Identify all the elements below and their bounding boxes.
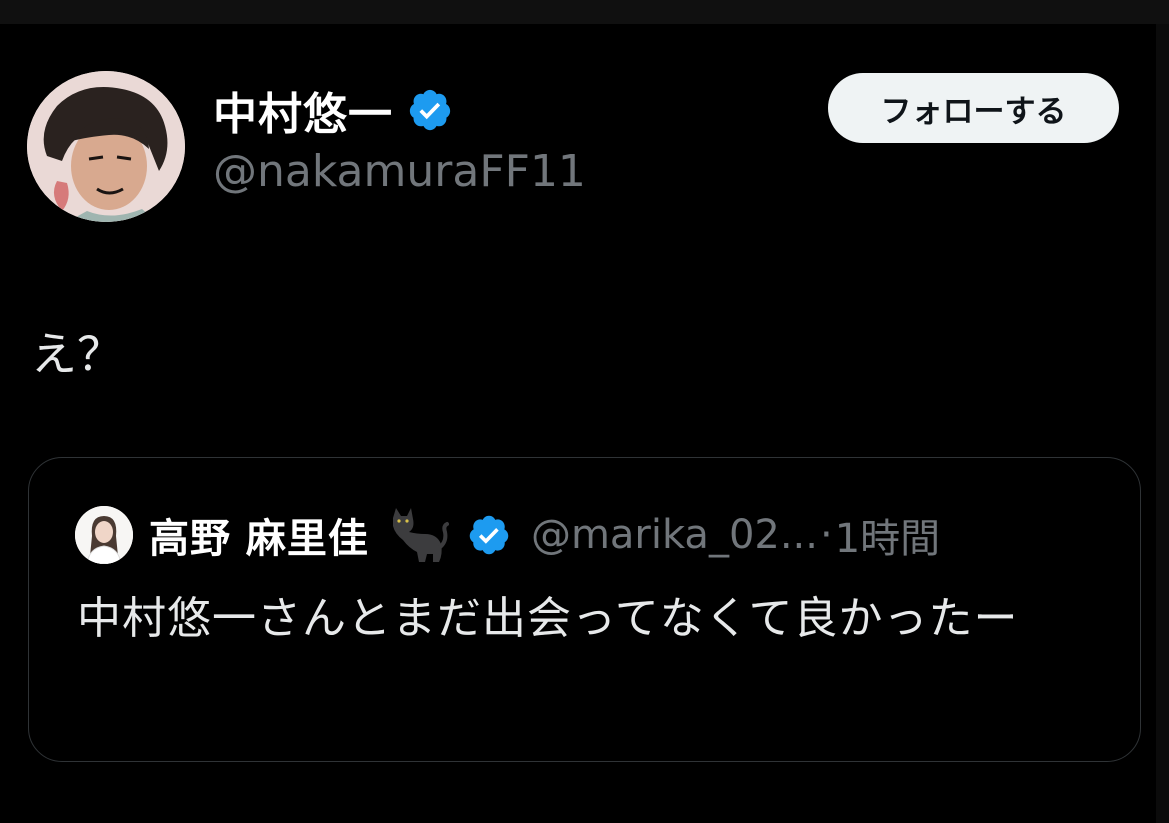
black-cat-icon xyxy=(392,508,449,562)
quoted-author-name[interactable]: 高野 麻里佳 xyxy=(149,506,369,564)
author-display-name[interactable]: 中村悠一 xyxy=(213,78,393,142)
quoted-tweet-text: 中村悠一さんとまだ出会ってなくて良かったー xyxy=(77,593,1019,644)
quoted-author-avatar[interactable] xyxy=(75,506,133,564)
follow-button[interactable]: フォローする xyxy=(828,73,1119,143)
meta-separator: · xyxy=(820,512,833,558)
author-avatar[interactable] xyxy=(27,71,185,222)
quoted-verified-badge-icon xyxy=(469,515,509,555)
author-handle[interactable]: @nakamuraFF11 xyxy=(213,146,586,197)
quoted-tweet-card[interactable]: 高野 麻里佳 @marika_02... · 1時間 中村悠一さんとまだ出会って… xyxy=(28,457,1141,762)
author-name-row: 中村悠一 xyxy=(213,78,453,142)
tweet-text: え？ xyxy=(31,327,123,381)
verified-badge-icon xyxy=(407,87,453,133)
quoted-tweet-timestamp[interactable]: 1時間 xyxy=(835,506,940,564)
scroll-edge xyxy=(1156,24,1169,823)
quoted-author-handle[interactable]: @marika_02... xyxy=(531,512,818,558)
quoted-tweet-header: 高野 麻里佳 @marika_02... · 1時間 xyxy=(75,504,940,566)
status-bar-strip xyxy=(0,0,1169,24)
